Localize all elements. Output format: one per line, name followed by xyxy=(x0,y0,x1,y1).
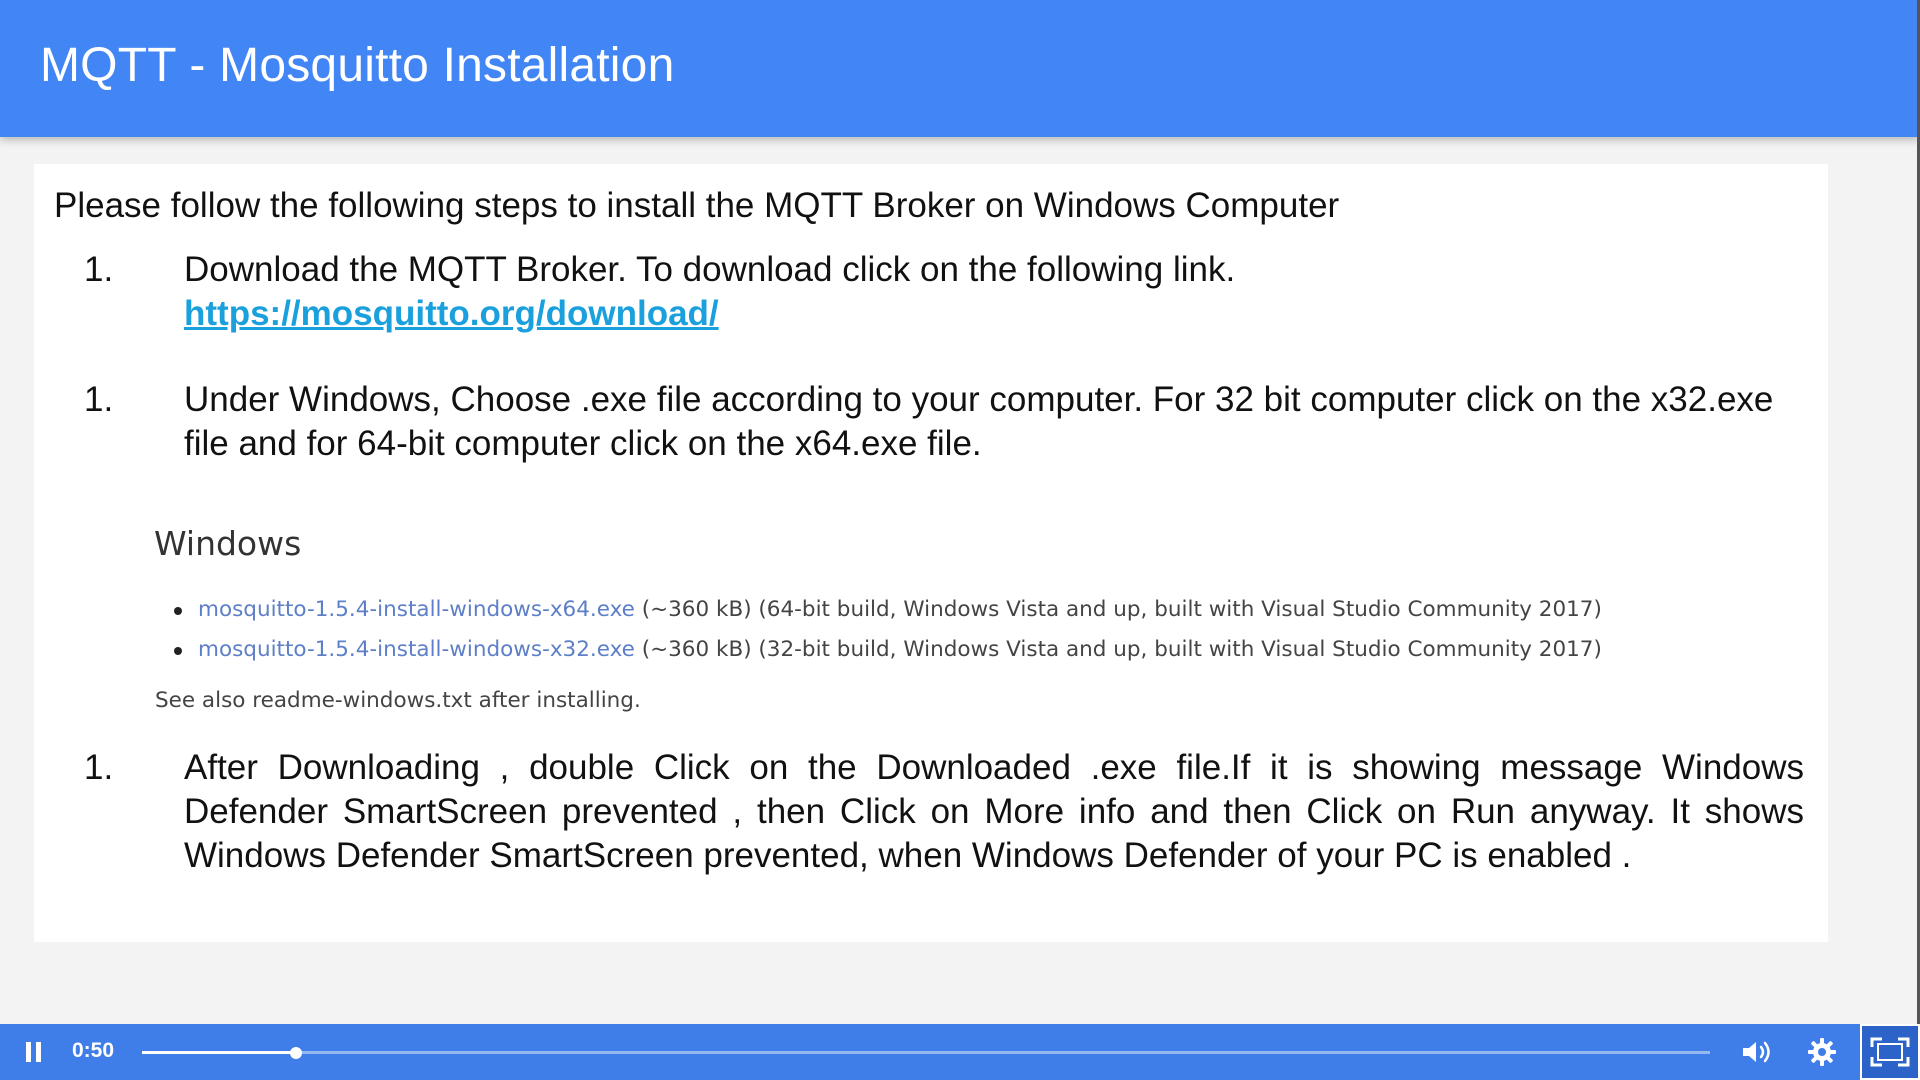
download-desc: (~360 kB) (32-bit build, Windows Vista a… xyxy=(634,637,1602,662)
slide-header: MQTT - Mosquitto Installation xyxy=(0,0,1920,137)
fullscreen-icon xyxy=(1870,1037,1910,1067)
bullet-icon xyxy=(174,647,182,655)
readme-note: See also readme-windows.txt after instal… xyxy=(155,688,641,713)
step-number: 1. xyxy=(84,748,114,787)
progress-bar[interactable] xyxy=(142,1046,1710,1059)
step-run-installer: 1. After Downloading , double Click on t… xyxy=(84,746,1804,886)
gear-icon xyxy=(1808,1038,1836,1066)
step-text: Download the MQTT Broker. To download cl… xyxy=(184,250,1236,289)
download-item-x32: mosquitto-1.5.4-install-windows-x32.exe … xyxy=(174,630,1674,670)
step-body: Download the MQTT Broker. To download cl… xyxy=(184,248,1804,336)
download-link[interactable]: https://mosquitto.org/download/ xyxy=(184,292,719,336)
slide-title: MQTT - Mosquitto Installation xyxy=(40,39,675,92)
settings-button[interactable] xyxy=(1800,1024,1844,1080)
step-text: Under Windows, Choose .exe file accordin… xyxy=(184,380,1774,463)
fullscreen-button[interactable] xyxy=(1860,1024,1920,1080)
bullet-icon xyxy=(174,607,182,615)
video-player: MQTT - Mosquitto Installation Please fol… xyxy=(0,0,1920,1080)
step-number: 1. xyxy=(84,250,114,289)
progress-handle[interactable] xyxy=(289,1046,302,1059)
windows-heading: Windows xyxy=(154,524,302,563)
slide-content-card: Please follow the following steps to ins… xyxy=(34,164,1828,942)
step-text: After Downloading , double Click on the … xyxy=(184,748,1804,875)
download-desc: (~360 kB) (64-bit build, Windows Vista a… xyxy=(634,597,1602,622)
pause-button[interactable] xyxy=(14,1024,54,1080)
volume-icon xyxy=(1743,1041,1770,1063)
download-list: mosquitto-1.5.4-install-windows-x64.exe … xyxy=(174,590,1674,670)
intro-text: Please follow the following steps to ins… xyxy=(54,186,1340,225)
step-number: 1. xyxy=(84,380,114,419)
step-download: 1. Download the MQTT Broker. To download… xyxy=(84,248,1804,338)
download-link-x32[interactable]: mosquitto-1.5.4-install-windows-x32.exe xyxy=(198,637,635,662)
volume-button[interactable] xyxy=(1736,1024,1780,1080)
step-choose-exe: 1. Under Windows, Choose .exe file accor… xyxy=(84,378,1804,468)
progress-fill xyxy=(142,1051,296,1054)
download-link-x64[interactable]: mosquitto-1.5.4-install-windows-x64.exe xyxy=(198,597,635,622)
player-control-bar: 0:50 xyxy=(0,1024,1920,1080)
elapsed-time: 0:50 xyxy=(72,1039,115,1062)
pause-icon xyxy=(26,1042,41,1062)
download-item-x64: mosquitto-1.5.4-install-windows-x64.exe … xyxy=(174,590,1674,630)
